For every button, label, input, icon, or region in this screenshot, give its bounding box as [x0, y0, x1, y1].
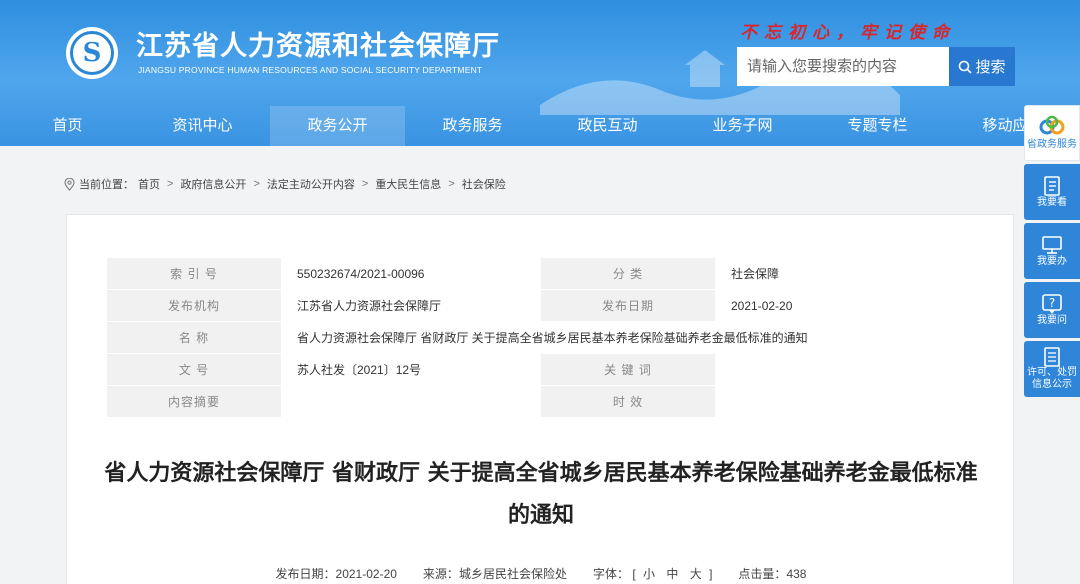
article-info-bar: 发布日期：2021-02-20 来源：城乡居民社会保险处 字体： [ 小 中 大…	[67, 565, 1015, 582]
meta-name-label: 名 称	[107, 322, 281, 353]
breadcrumb-item-home[interactable]: 首页	[138, 176, 160, 192]
nav-item-gov-services[interactable]: 政务服务	[405, 106, 540, 146]
nav-item-home[interactable]: 首页	[0, 106, 135, 146]
article-source-value: 城乡居民社会保险处	[458, 567, 567, 581]
breadcrumb-item-statutory[interactable]: 法定主动公开内容	[267, 176, 355, 192]
float-item-label: 我要看	[1037, 197, 1067, 208]
meta-category-label: 分 类	[541, 258, 715, 289]
font-bracket-open: [	[632, 567, 636, 581]
meta-date-label: 发布日期	[541, 290, 715, 321]
font-bracket-close: ]	[709, 567, 713, 581]
chevron-right-icon: >	[448, 178, 455, 190]
search-icon	[959, 60, 973, 74]
book-icon	[1044, 176, 1060, 196]
floating-sidebar: 省政务服务 我要看 我要办 ? 我要问 许可、处罚信息公示	[1024, 105, 1080, 400]
font-size-control: 字体： [ 小 中 大 ]	[593, 565, 712, 582]
slogan: 不忘初心，牢记使命	[740, 23, 956, 43]
nav-item-interaction[interactable]: 政民互动	[540, 106, 675, 146]
chevron-right-icon: >	[361, 178, 369, 190]
float-item-label: 我要问	[1037, 315, 1067, 326]
meta-org-label: 发布机构	[107, 290, 281, 321]
search-button-label: 搜索	[975, 59, 1006, 76]
table-row: 索 引 号 550232674/2021-00096 分 类 社会保障	[107, 258, 974, 289]
social-security-emblem-icon: S	[70, 31, 114, 75]
meta-index-label: 索 引 号	[107, 258, 281, 289]
site-subtitle: JIANGSU PROVINCE HUMAN RESOURCES AND SOC…	[138, 65, 483, 75]
article-date: 发布日期：2021-02-20	[276, 565, 397, 582]
meta-docno-label: 文 号	[107, 354, 281, 385]
font-size-large-button[interactable]: 大	[690, 567, 702, 581]
location-pin-icon	[64, 177, 75, 191]
meta-validity-value	[715, 386, 974, 417]
table-row: 内容摘要 时 效	[107, 386, 974, 417]
document-meta-table: 索 引 号 550232674/2021-00096 分 类 社会保障 发布机构…	[107, 257, 974, 418]
article-date-value: 2021-02-20	[335, 567, 397, 581]
font-size-label: 字体：	[592, 567, 629, 581]
site-title[interactable]: 江苏省人力资源和社会保障厅	[136, 24, 500, 63]
font-size-small-button[interactable]: 小	[643, 567, 655, 581]
site-header: S 江苏省人力资源和社会保障厅 JIANGSU PROVINCE HUMAN R…	[0, 0, 1080, 146]
float-item-permit-penalty[interactable]: 许可、处罚信息公示	[1024, 341, 1080, 397]
nav-item-special-topics[interactable]: 专题专栏	[810, 106, 945, 146]
svg-text:?: ?	[1049, 296, 1055, 310]
float-item-label: 我要办	[1037, 256, 1067, 267]
table-row: 发布机构 江苏省人力资源社会保障厅 发布日期 2021-02-20	[107, 290, 974, 321]
meta-docno-value: 苏人社发〔2021〕12号	[281, 354, 541, 385]
meta-org-value: 江苏省人力资源社会保障厅	[281, 290, 541, 321]
site-logo[interactable]: S	[66, 27, 118, 79]
monitor-icon	[1042, 236, 1062, 254]
meta-date-value: 2021-02-20	[715, 290, 974, 321]
gov-service-logo-icon	[1039, 115, 1065, 135]
breadcrumb-item-social-insurance[interactable]: 社会保险	[462, 176, 506, 192]
meta-keyword-label: 关 键 词	[541, 354, 715, 385]
article-date-label: 发布日期：	[275, 567, 336, 581]
meta-summary-value	[281, 386, 541, 417]
float-item-do[interactable]: 我要办	[1024, 223, 1080, 279]
search-bar: 搜索	[737, 47, 1015, 86]
meta-keyword-value	[715, 354, 974, 385]
search-button[interactable]: 搜索	[949, 47, 1015, 86]
meta-category-value: 社会保障	[715, 258, 974, 289]
meta-index-value: 550232674/2021-00096	[281, 258, 541, 289]
article-views-label: 点击量：	[738, 567, 787, 581]
breadcrumb-item-gov-info[interactable]: 政府信息公开	[180, 176, 246, 192]
breadcrumb-item-livelihood[interactable]: 重大民生信息	[375, 176, 441, 192]
float-item-label: 许可、处罚信息公示	[1027, 367, 1077, 390]
article-views: 点击量：438	[738, 565, 806, 582]
nav-item-news[interactable]: 资讯中心	[135, 106, 270, 146]
content-card: 索 引 号 550232674/2021-00096 分 类 社会保障 发布机构…	[66, 214, 1014, 584]
meta-name-value: 省人力资源社会保障厅 省财政厅 关于提高全省城乡居民基本养老保险基础养老金最低标…	[281, 322, 974, 353]
breadcrumb: 当前位置： 首页 > 政府信息公开 > 法定主动公开内容 > 重大民生信息 > …	[64, 176, 506, 192]
article-views-value: 438	[786, 567, 807, 581]
document-list-icon	[1044, 347, 1060, 367]
meta-summary-label: 内容摘要	[107, 386, 281, 417]
nav-item-gov-affairs-open[interactable]: 政务公开	[270, 106, 405, 146]
float-item-ask[interactable]: ? 我要问	[1024, 282, 1080, 338]
article-title: 省人力资源社会保障厅 省财政厅 关于提高全省城乡居民基本养老保险基础养老金最低标…	[104, 461, 978, 528]
table-row: 文 号 苏人社发〔2021〕12号 关 键 词	[107, 354, 974, 385]
meta-validity-label: 时 效	[541, 386, 715, 417]
float-item-label: 省政务服务	[1027, 139, 1077, 150]
article-source: 来源：城乡居民社会保险处	[423, 565, 567, 582]
nav-item-business-subnet[interactable]: 业务子网	[675, 106, 810, 146]
float-item-gov-service[interactable]: 省政务服务	[1024, 105, 1080, 161]
article-source-label: 来源：	[422, 567, 459, 581]
question-icon: ?	[1042, 294, 1062, 314]
chevron-right-icon: >	[167, 178, 174, 190]
font-size-medium-button[interactable]: 中	[666, 567, 678, 581]
table-row: 名 称 省人力资源社会保障厅 省财政厅 关于提高全省城乡居民基本养老保险基础养老…	[107, 322, 974, 353]
float-item-view[interactable]: 我要看	[1024, 164, 1080, 220]
breadcrumb-prefix: 当前位置：	[79, 179, 134, 191]
chevron-right-icon: >	[253, 178, 260, 190]
search-input[interactable]	[737, 47, 949, 86]
main-nav: 首页 资讯中心 政务公开 政务服务 政民互动 业务子网 专题专栏 移动应用	[0, 106, 1080, 146]
